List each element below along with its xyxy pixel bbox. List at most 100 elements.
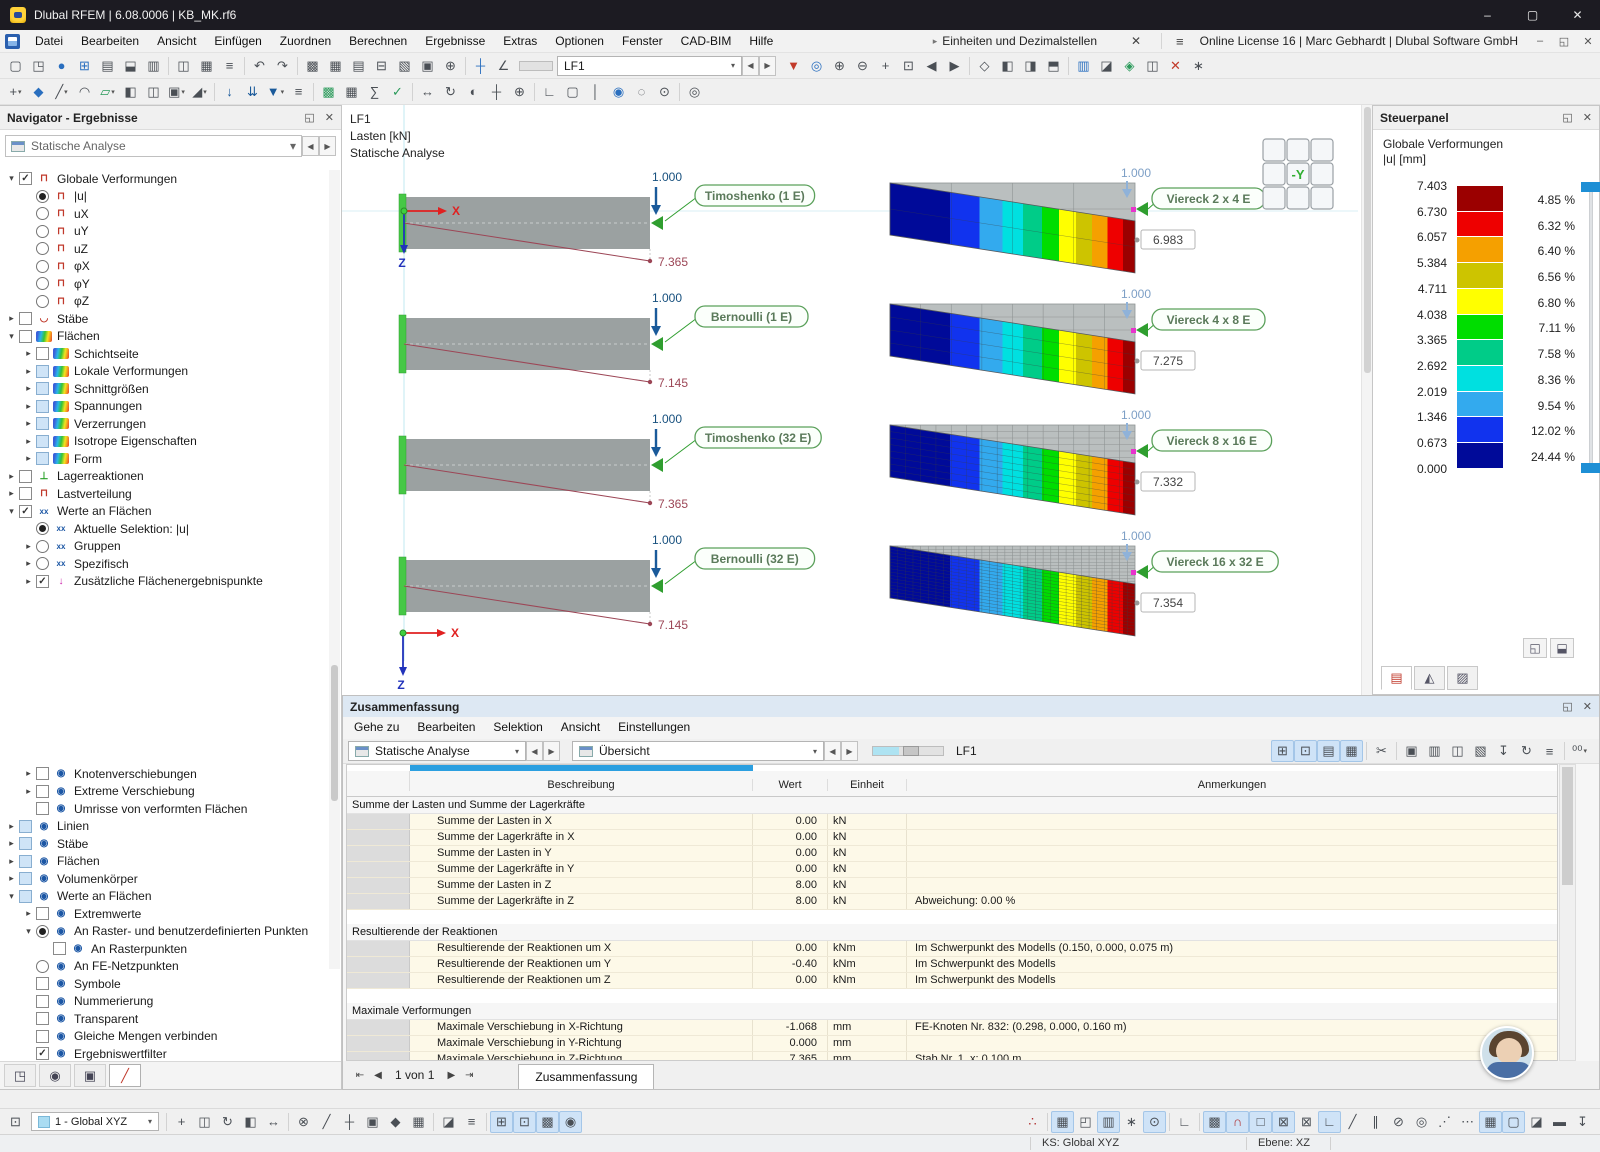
move-copy-icon[interactable]: + xyxy=(170,1111,193,1133)
radio-selected[interactable] xyxy=(36,522,49,535)
tables-icon[interactable]: ▦ xyxy=(195,55,218,77)
print-preview-icon[interactable]: ▤ xyxy=(96,55,119,77)
zoom-in-icon[interactable]: ⊕ xyxy=(828,55,851,77)
ratio-snap-icon[interactable]: ⋰ xyxy=(1433,1111,1456,1133)
tree-item[interactable]: ⊓uY xyxy=(2,223,328,241)
radio-button[interactable] xyxy=(36,295,49,308)
summary-prev-analysis[interactable]: ◀ xyxy=(526,741,543,761)
table-print-icon[interactable]: ▤ xyxy=(347,55,370,77)
copy-icon[interactable]: ◫ xyxy=(172,55,195,77)
checkbox[interactable] xyxy=(19,470,32,483)
previous-load-case-button[interactable]: ◀ xyxy=(742,56,759,76)
result-diagram-tab-icon[interactable]: ╱ xyxy=(109,1064,141,1087)
tree-item[interactable]: ▸✓↓Zusätzliche Flächenergebnispunkte xyxy=(2,573,328,591)
menu-bearbeiten[interactable]: Bearbeiten xyxy=(72,30,148,53)
checkbox-checked[interactable]: ✓ xyxy=(19,172,32,185)
tree-item[interactable]: ▸◉Extremwerte xyxy=(2,905,328,923)
new-arc-icon[interactable]: ◠ xyxy=(73,81,96,103)
tab-zusammenfassung[interactable]: Zusammenfassung xyxy=(518,1064,654,1089)
tab-color-scale-icon[interactable]: ▤ xyxy=(1381,666,1412,690)
expand-icon[interactable]: ▸ xyxy=(21,576,36,587)
node-snap-icon[interactable]: ⊠ xyxy=(1295,1111,1318,1133)
checkbox-partial[interactable] xyxy=(19,820,32,833)
save-icon[interactable]: ⬓ xyxy=(119,55,142,77)
load-case-slider[interactable] xyxy=(519,61,553,71)
collapse-icon[interactable]: ▾ xyxy=(21,926,36,937)
checkbox[interactable] xyxy=(19,330,32,343)
visibility-icon[interactable]: ◉ xyxy=(607,81,630,103)
units-panel-tab[interactable]: Einheiten und Dezimalstellen xyxy=(942,34,1097,48)
tree-item[interactable]: ▸xxSpezifisch xyxy=(2,555,328,573)
tree-item[interactable]: ▸◉Volumenkörper xyxy=(2,870,328,888)
radio-button[interactable] xyxy=(36,557,49,570)
snap-lock-icon[interactable]: ▩ xyxy=(1203,1111,1226,1133)
summary-menu-gehe-zu[interactable]: Gehe zu xyxy=(345,717,408,739)
dlubal-tools-icon[interactable]: ● xyxy=(50,55,73,77)
new-solid-icon[interactable]: ◫ xyxy=(142,81,165,103)
mesh-settings-icon[interactable]: ▦ xyxy=(340,81,363,103)
view-cube[interactable]: -Y xyxy=(1263,139,1333,209)
collapse-icon[interactable]: ▾ xyxy=(4,506,19,517)
cut-icon[interactable]: ✂ xyxy=(1370,740,1393,762)
table-row[interactable]: Resultierende der Reaktionen um Z0.00kNm… xyxy=(347,973,1557,989)
select-special2-icon[interactable]: ◉ xyxy=(559,1111,582,1133)
model-data-icon[interactable]: ⊞ xyxy=(73,55,96,77)
expand-icon[interactable]: ▸ xyxy=(4,873,19,884)
legend-slider-track[interactable] xyxy=(1589,186,1593,469)
tree-item[interactable]: ⊓φZ xyxy=(2,293,328,311)
tree-item[interactable]: ▸Form xyxy=(2,450,328,468)
checkbox-partial[interactable] xyxy=(19,837,32,850)
tree-item[interactable]: ◉Nummerierung xyxy=(2,993,328,1011)
checkbox-checked[interactable]: ✓ xyxy=(19,505,32,518)
summary-analysis-selector[interactable]: Statische Analyse ▾ xyxy=(348,741,526,761)
tree-item[interactable]: ▸⊓Lastverteilung xyxy=(2,485,328,503)
load-case-icon[interactable]: ≡ xyxy=(287,81,310,103)
extrude-icon[interactable]: ▣ xyxy=(361,1111,384,1133)
cartesian-icon[interactable]: ∟ xyxy=(1173,1111,1196,1133)
panel-float-icon[interactable]: ◱ xyxy=(1523,638,1547,658)
column-header[interactable]: Anmerkungen xyxy=(907,779,1557,791)
menu-berechnen[interactable]: Berechnen xyxy=(340,30,416,53)
close-results-icon[interactable]: ✕ xyxy=(1164,55,1187,77)
table-row[interactable]: Resultierende der Reaktionen um Y-0.40kN… xyxy=(347,957,1557,973)
radio-button[interactable] xyxy=(36,225,49,238)
plane-layers-icon[interactable]: ◪ xyxy=(1525,1111,1548,1133)
ellipse-snap-icon[interactable]: ◎ xyxy=(1410,1111,1433,1133)
table-row[interactable]: Maximale Verschiebung in Z-Richtung7.365… xyxy=(347,1052,1557,1061)
summary-lf-slider[interactable] xyxy=(872,746,944,756)
legend-slider-handle-top[interactable] xyxy=(1581,182,1600,192)
radio-selected[interactable] xyxy=(36,190,49,203)
summary-menu-bearbeiten[interactable]: Bearbeiten xyxy=(408,717,484,739)
excel-export-icon[interactable]: ⊟ xyxy=(370,55,393,77)
tree-item[interactable]: ⊓φY xyxy=(2,275,328,293)
checkbox[interactable] xyxy=(19,312,32,325)
table-settings-icon[interactable]: ▣ xyxy=(416,55,439,77)
sync-selection-icon[interactable]: ⊞ xyxy=(1271,740,1294,762)
menu-extras[interactable]: Extras xyxy=(494,30,546,53)
tree-item[interactable]: ▸Isotrope Eigenschaften xyxy=(2,433,328,451)
guideline-snap-icon[interactable]: ⋯ xyxy=(1456,1111,1479,1133)
filter-table-icon[interactable]: ▧ xyxy=(393,55,416,77)
tree-item[interactable]: ▾◉Werte an Flächen xyxy=(2,888,328,906)
checkbox-partial[interactable] xyxy=(36,452,49,465)
tree-item[interactable]: ▸Schnittgrößen xyxy=(2,380,328,398)
table-row[interactable]: Resultierende der Reaktionen um X0.00kNm… xyxy=(347,941,1557,957)
summary-menu-einstellungen[interactable]: Einstellungen xyxy=(609,717,699,739)
tree-item[interactable]: ▸Verzerrungen xyxy=(2,415,328,433)
checkbox-partial[interactable] xyxy=(19,855,32,868)
result-table-icon[interactable]: ▩ xyxy=(301,55,324,77)
expand-icon[interactable]: ▸ xyxy=(21,558,36,569)
expand-icon[interactable]: ▸ xyxy=(4,488,19,499)
view-z-icon[interactable]: ⬒ xyxy=(1042,55,1065,77)
work-plane-select-icon[interactable]: ⊡ xyxy=(4,1111,27,1133)
target-point-icon[interactable]: ⊕ xyxy=(439,55,462,77)
tree-item[interactable]: ◉Umrisse von verformten Flächen xyxy=(2,800,328,818)
print-report-icon[interactable]: ▤ xyxy=(1317,740,1340,762)
tree-item[interactable]: ⊓|u| xyxy=(2,188,328,206)
expand-icon[interactable]: ▸ xyxy=(21,418,36,429)
expand-icon[interactable]: ▸ xyxy=(21,401,36,412)
magnet-icon[interactable]: ∩ xyxy=(1226,1111,1249,1133)
snap-cursor-icon[interactable]: ⊙ xyxy=(1143,1111,1166,1133)
collapse-icon[interactable]: ▾ xyxy=(4,173,19,184)
tree-item[interactable]: ▾◉An Raster- und benutzerdefinierten Pun… xyxy=(2,923,328,941)
